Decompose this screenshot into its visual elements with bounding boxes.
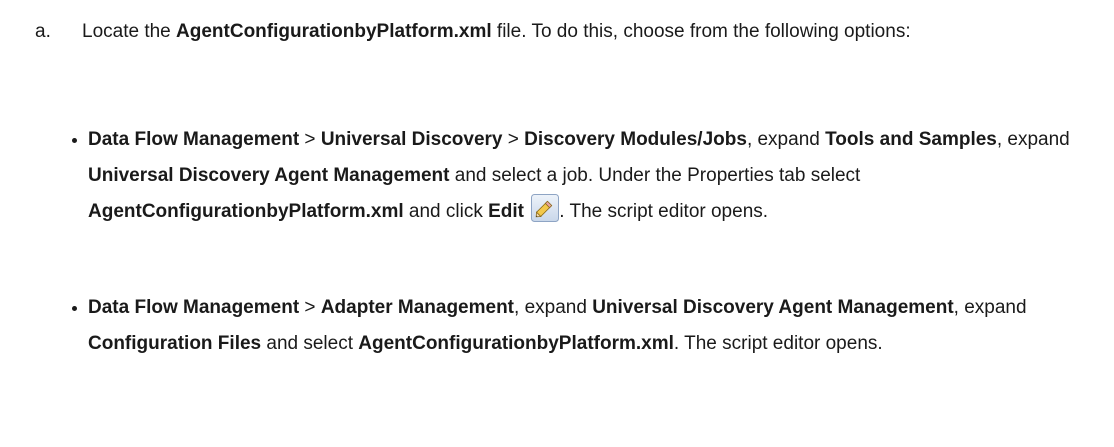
list-item: Data Flow Management > Universal Discove… [72, 122, 1098, 230]
file-name: AgentConfigurationbyPlatform.xml [176, 21, 492, 42]
pencil-edit-icon [531, 194, 560, 222]
step-marker: a. [35, 21, 51, 42]
options-list: Data Flow Management > Universal Discove… [72, 122, 1098, 230]
options-list-continued: Data Flow Management > Adapter Managemen… [72, 290, 1098, 362]
step-text: Locate the AgentConfigurationbyPlatform.… [82, 21, 911, 42]
list-item: Data Flow Management > Adapter Managemen… [72, 290, 1098, 362]
procedure-step: a. Locate the AgentConfigurationbyPlatfo… [35, 14, 1090, 50]
document-page: a. Locate the AgentConfigurationbyPlatfo… [0, 0, 1114, 447]
bullet-icon [72, 138, 77, 143]
bullet-icon [72, 306, 77, 311]
